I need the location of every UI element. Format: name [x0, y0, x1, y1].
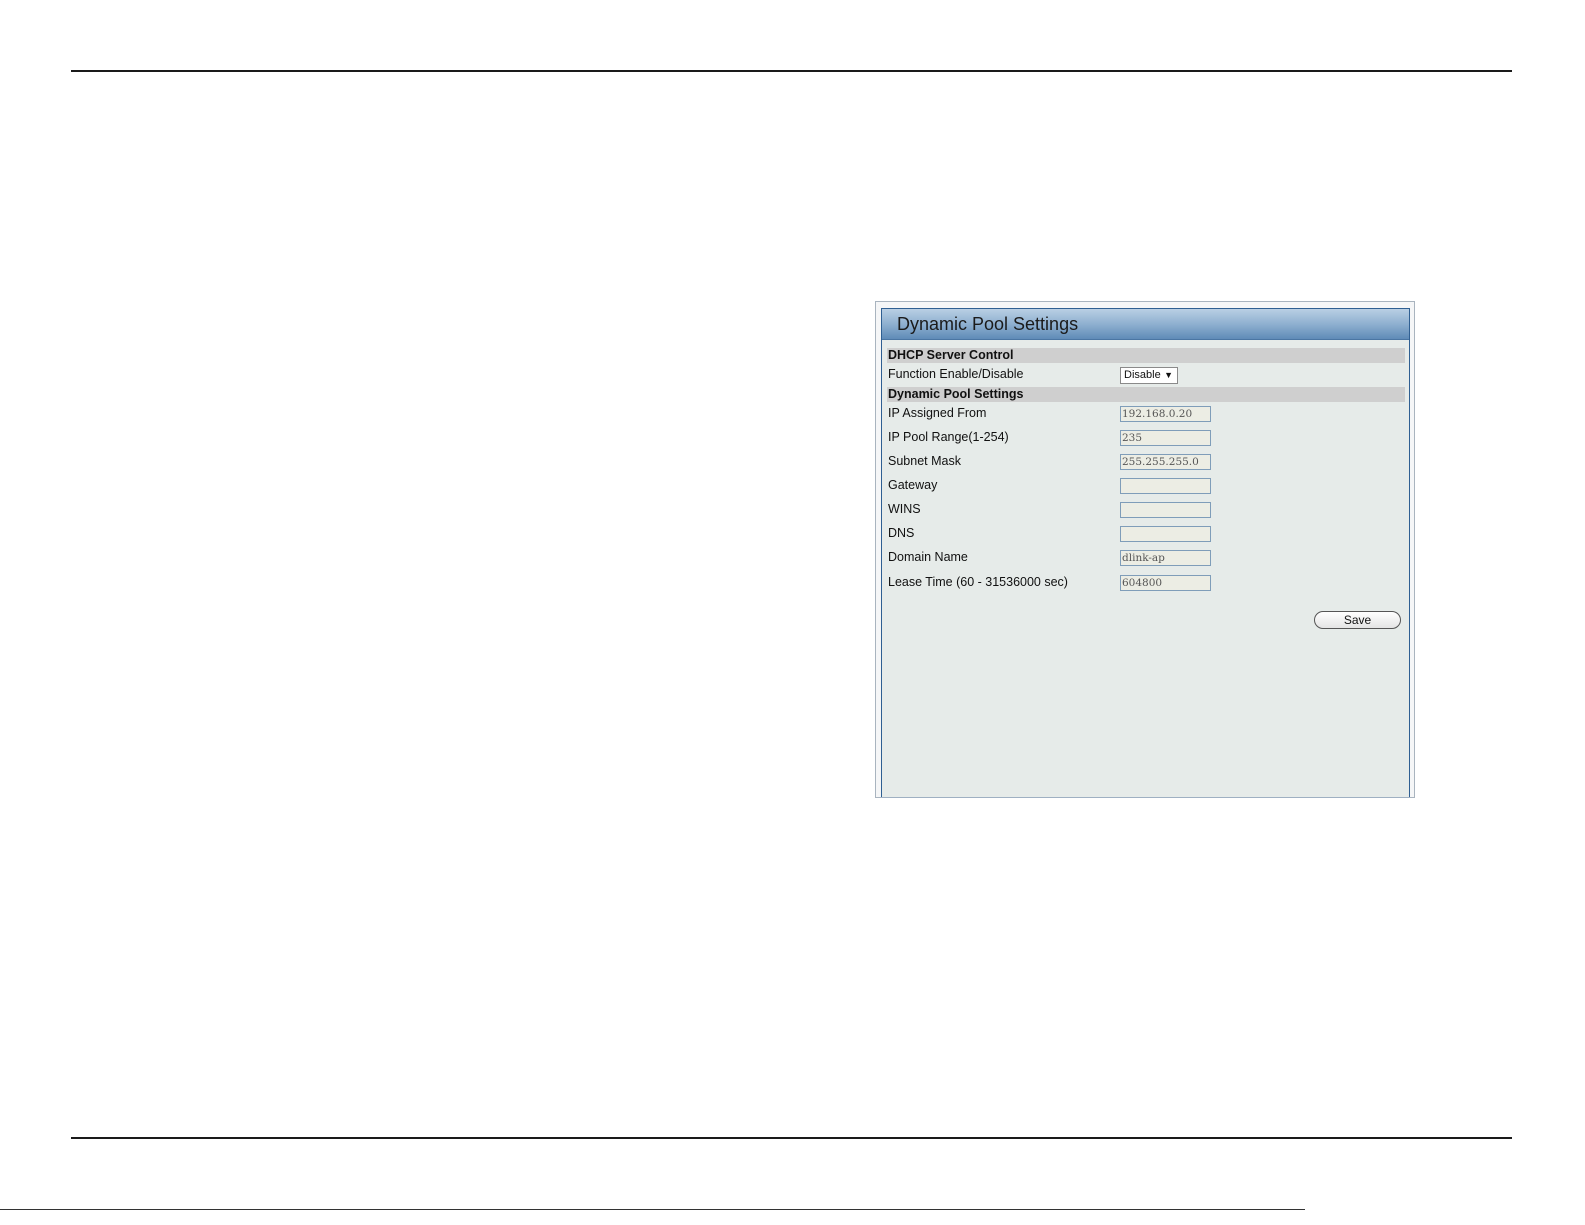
- panel-title: Dynamic Pool Settings: [897, 314, 1079, 334]
- ip-assigned-from-label: IP Assigned From: [888, 406, 987, 420]
- top-rule: [71, 70, 1512, 72]
- section-dynamic-pool-settings: Dynamic Pool Settings: [887, 387, 1405, 402]
- function-enable-value: Disable: [1124, 369, 1161, 381]
- dns-label: DNS: [888, 526, 915, 540]
- gateway-label: Gateway: [888, 478, 938, 492]
- dns-input[interactable]: [1120, 526, 1211, 542]
- dynamic-pool-panel: Dynamic Pool Settings DHCP Server Contro…: [881, 308, 1410, 797]
- lease-time-label: Lease Time (60 - 31536000 sec): [888, 575, 1068, 589]
- save-button[interactable]: Save: [1314, 611, 1401, 629]
- ip-assigned-from-input[interactable]: 192.168.0.20: [1120, 406, 1211, 422]
- gateway-input[interactable]: [1120, 478, 1211, 494]
- wins-label: WINS: [888, 502, 921, 516]
- bottom-rule: [71, 1137, 1512, 1139]
- section-dhcp-server-control: DHCP Server Control: [887, 348, 1405, 363]
- wins-input[interactable]: [1120, 502, 1211, 518]
- dynamic-pool-panel-frame: Dynamic Pool Settings DHCP Server Contro…: [875, 301, 1415, 798]
- panel-bottom-border: [881, 797, 1410, 798]
- subnet-mask-label: Subnet Mask: [888, 454, 961, 468]
- domain-name-label: Domain Name: [888, 550, 968, 564]
- ip-pool-range-input[interactable]: 235: [1120, 430, 1211, 446]
- domain-name-input[interactable]: dlink-ap: [1120, 550, 1211, 566]
- page-footer-line: [0, 1209, 1305, 1210]
- chevron-down-icon: ▼: [1164, 370, 1173, 380]
- subnet-mask-input[interactable]: 255.255.255.0: [1120, 454, 1211, 470]
- ip-pool-range-label: IP Pool Range(1-254): [888, 430, 1009, 444]
- lease-time-input[interactable]: 604800: [1120, 575, 1211, 591]
- function-enable-select[interactable]: Disable ▼: [1120, 367, 1178, 384]
- function-enable-label: Function Enable/Disable: [888, 367, 1024, 381]
